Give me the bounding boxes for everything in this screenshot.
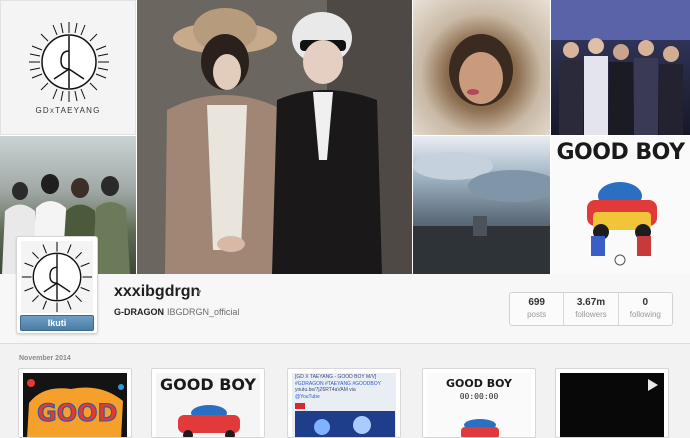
profile-stats: 699 posts 3.67m followers 0 following bbox=[509, 292, 673, 326]
group-photo-shapes bbox=[551, 0, 690, 135]
countdown-thumb-art bbox=[461, 419, 499, 437]
banner-good-boy-cover[interactable]: GOOD BOY bbox=[551, 136, 690, 274]
thumbnail-album-cover: GOOD BOY bbox=[156, 373, 260, 437]
banner-photo-fur-hood[interactable] bbox=[413, 0, 550, 135]
logo-caption: GDXTAEYANG bbox=[1, 106, 135, 115]
stat-followers-count: 3.67m bbox=[576, 297, 606, 308]
cityscape-photo-shapes bbox=[413, 152, 550, 274]
album-cover-art bbox=[587, 182, 657, 266]
banner-logo-tile[interactable]: GDXTAEYANG bbox=[0, 0, 136, 135]
feed-month-heading: November 2014 bbox=[19, 355, 71, 362]
feed-thumbnail[interactable] bbox=[555, 368, 669, 438]
video-play-icon bbox=[648, 379, 658, 391]
profile-fullname-line: G-DRAGON IBGDRGN_official bbox=[114, 307, 239, 317]
banner-photo-main[interactable] bbox=[137, 0, 412, 274]
fur-photo-shapes bbox=[449, 34, 513, 106]
feed-thumbnail[interactable]: GOOD BOY 00:00:00 bbox=[422, 368, 536, 438]
stat-following-label: following bbox=[629, 310, 661, 319]
logo-caption-taeyang: TAEYANG bbox=[55, 106, 101, 115]
stat-followers[interactable]: 3.67m followers bbox=[564, 293, 619, 325]
album-thumb-art bbox=[178, 405, 240, 437]
artwork-shapes: GOOD bbox=[23, 373, 127, 437]
profile-full-name: G-DRAGON bbox=[114, 307, 164, 317]
thumbnail-countdown: GOOD BOY 00:00:00 bbox=[427, 373, 531, 437]
stat-followers-label: followers bbox=[575, 310, 607, 319]
profile-avatar-card: Ikuti bbox=[16, 236, 98, 334]
feed-thumbnail[interactable]: GOOD BOY bbox=[151, 368, 265, 438]
main-photo-shapes bbox=[137, 0, 412, 274]
thumbnail-youtube-post: [GD X TAEYANG - GOOD BOY M/V] #GDRAGON #… bbox=[292, 373, 396, 437]
avatar-logo-icon bbox=[21, 241, 93, 313]
thumbnail-video bbox=[560, 373, 664, 437]
banner-photo-cityscape[interactable] bbox=[413, 136, 550, 274]
follow-button[interactable]: Ikuti bbox=[20, 315, 94, 331]
stat-posts-label: posts bbox=[527, 310, 547, 319]
feed-thumbnail[interactable]: GOOD bbox=[18, 368, 132, 438]
profile-banner: GDXTAEYANG GOOD BOY bbox=[0, 0, 690, 274]
profile-website-link[interactable]: IBGDRGN_official bbox=[167, 307, 239, 317]
feed-thumbnail[interactable]: [GD X TAEYANG - GOOD BOY M/V] #GDRAGON #… bbox=[287, 368, 401, 438]
thumbnail-artwork: GOOD bbox=[23, 373, 127, 437]
stat-following[interactable]: 0 following bbox=[619, 293, 672, 325]
youtube-thumb-art bbox=[295, 403, 395, 437]
username-dropdown-chevron-icon[interactable]: ▼ bbox=[195, 288, 203, 297]
profile-username[interactable]: xxxibgdrgn bbox=[114, 283, 200, 301]
gd-taeyang-logo-icon bbox=[29, 22, 109, 102]
logo-caption-gd: GD bbox=[35, 106, 50, 115]
banner-photo-group[interactable] bbox=[551, 0, 690, 135]
svg-text:GOOD: GOOD bbox=[37, 399, 117, 427]
stat-following-count: 0 bbox=[642, 297, 649, 308]
stat-posts[interactable]: 699 posts bbox=[510, 293, 565, 325]
avatar[interactable] bbox=[21, 241, 93, 313]
stat-posts-count: 699 bbox=[528, 297, 545, 308]
